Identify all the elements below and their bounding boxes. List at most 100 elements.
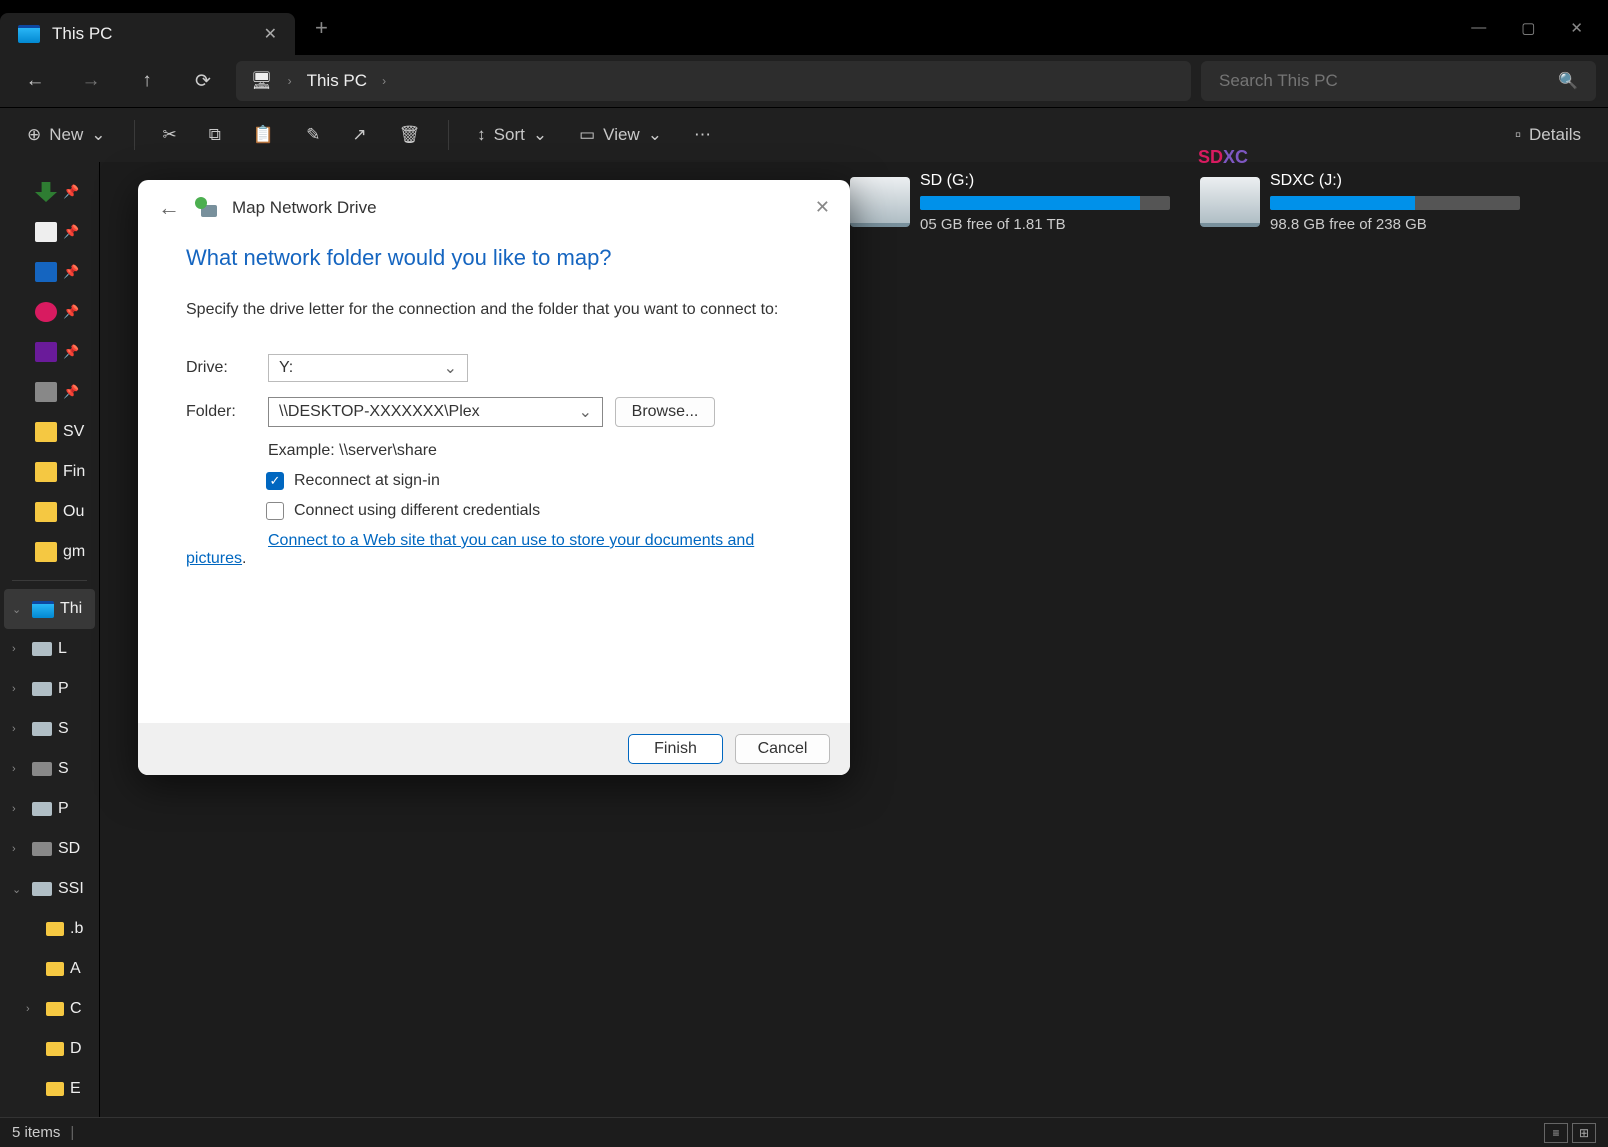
dialog-title: Map Network Drive bbox=[232, 198, 377, 218]
new-button[interactable]: ⊕ New ⌄ bbox=[15, 115, 118, 155]
dialog-close-button[interactable]: ✕ bbox=[815, 197, 830, 218]
sidebar-item-this-pc[interactable]: ⌄ Thi bbox=[4, 589, 95, 629]
window-controls: — ▢ ✕ bbox=[1446, 19, 1608, 37]
cut-button[interactable]: ✂ bbox=[151, 115, 189, 155]
sidebar-folder-item[interactable]: E bbox=[0, 1069, 99, 1109]
pin-icon: 📌 bbox=[63, 264, 79, 280]
folder-icon bbox=[46, 1082, 64, 1096]
drive-icon bbox=[32, 882, 52, 896]
drive-icon bbox=[32, 722, 52, 736]
separator bbox=[448, 120, 449, 150]
sidebar-item-label: P bbox=[58, 800, 69, 818]
reconnect-checkbox-row[interactable]: ✓ Reconnect at sign-in bbox=[266, 472, 802, 490]
sidebar-item-label: SSI bbox=[58, 880, 84, 898]
search-box[interactable]: 🔍 bbox=[1201, 61, 1596, 101]
list-view-button[interactable]: ≡ bbox=[1544, 1123, 1568, 1143]
sidebar-drive-item[interactable]: › P bbox=[0, 669, 99, 709]
sidebar-folder-item[interactable]: Ou bbox=[0, 492, 99, 532]
sidebar-item-label: C bbox=[70, 1000, 82, 1018]
chevron-icon: › bbox=[12, 723, 26, 735]
forward-button[interactable]: → bbox=[68, 61, 114, 101]
share-button[interactable]: ↗ bbox=[340, 115, 378, 155]
up-button[interactable]: ↑ bbox=[124, 61, 170, 101]
website-link[interactable]: Connect to a Web site that you can use t… bbox=[186, 532, 754, 567]
drive-icon bbox=[32, 802, 52, 816]
reconnect-checkbox[interactable]: ✓ bbox=[266, 472, 284, 490]
tab-this-pc[interactable]: This PC ✕ bbox=[0, 13, 295, 55]
sidebar-folder-item[interactable]: › C bbox=[0, 989, 99, 1029]
copy-button[interactable]: ⧉ bbox=[197, 115, 233, 155]
maximize-button[interactable]: ▢ bbox=[1521, 19, 1535, 37]
grid-view-button[interactable]: ⊞ bbox=[1572, 1123, 1596, 1143]
address-bar[interactable]: 🖥 › This PC › bbox=[236, 61, 1191, 101]
sidebar-folder-item[interactable]: A bbox=[0, 949, 99, 989]
sidebar-pinned-item[interactable]: 📌 bbox=[0, 332, 99, 372]
refresh-button[interactable]: ⟳ bbox=[180, 61, 226, 101]
sidebar-folder-item[interactable]: Fin bbox=[0, 452, 99, 492]
details-button[interactable]: ▫ Details bbox=[1503, 115, 1593, 155]
sidebar-pinned-item[interactable]: 📌 bbox=[0, 292, 99, 332]
rename-button[interactable]: ✎ bbox=[294, 115, 332, 155]
drive-icon bbox=[32, 682, 52, 696]
view-button[interactable]: ▭ View ⌄ bbox=[567, 115, 674, 155]
close-button[interactable]: ✕ bbox=[1570, 19, 1583, 37]
sidebar-folder-item[interactable]: D bbox=[0, 1029, 99, 1069]
folder-input[interactable]: \\DESKTOP-XXXXXXX\Plex bbox=[268, 397, 603, 427]
paste-button[interactable]: 📋 bbox=[241, 115, 286, 155]
credentials-checkbox-row[interactable]: Connect using different credentials bbox=[266, 502, 802, 520]
folder-icon bbox=[35, 542, 57, 562]
credentials-label: Connect using different credentials bbox=[294, 502, 540, 520]
sidebar-drive-item[interactable]: › S bbox=[0, 709, 99, 749]
tab-close-icon[interactable]: ✕ bbox=[264, 24, 277, 44]
chevron-icon: ⌄ bbox=[12, 883, 26, 896]
search-icon[interactable]: 🔍 bbox=[1558, 71, 1578, 91]
drive-item[interactable]: SDXC SDXC (J:) 98.8 GB free of 238 GB bbox=[1200, 172, 1520, 233]
sidebar-pinned-item[interactable]: 📌 bbox=[0, 252, 99, 292]
drive-name: SDXC (J:) bbox=[1270, 172, 1520, 190]
folder-icon bbox=[35, 422, 57, 442]
drive-name: SD (G:) bbox=[920, 172, 1170, 190]
status-text: 5 items bbox=[12, 1124, 60, 1141]
sidebar-drive-item[interactable]: › SD bbox=[0, 829, 99, 869]
dialog-back-button[interactable]: ← bbox=[158, 195, 180, 221]
sidebar-item-label: S bbox=[58, 760, 69, 778]
sidebar-drive-item[interactable]: ⌄ SSI bbox=[0, 869, 99, 909]
more-button[interactable]: ⋯ bbox=[682, 115, 723, 155]
sidebar-folder-item[interactable]: .b bbox=[0, 909, 99, 949]
drive-select[interactable]: Y: bbox=[268, 354, 468, 382]
this-pc-icon bbox=[18, 25, 40, 43]
drive-free-text: 98.8 GB free of 238 GB bbox=[1270, 216, 1520, 233]
cancel-button[interactable]: Cancel bbox=[735, 734, 830, 764]
map-network-drive-dialog: ← Map Network Drive ✕ What network folde… bbox=[138, 180, 850, 775]
sort-button[interactable]: ↕ Sort ⌄ bbox=[465, 115, 559, 155]
sidebar-drive-item[interactable]: › P bbox=[0, 789, 99, 829]
minimize-button[interactable]: — bbox=[1471, 19, 1486, 37]
breadcrumb[interactable]: This PC bbox=[307, 71, 367, 91]
network-drive-icon bbox=[195, 197, 217, 219]
folder-icon bbox=[46, 962, 64, 976]
monitor-icon: 🖥 bbox=[251, 71, 273, 91]
pin-icon: 📌 bbox=[63, 384, 79, 400]
sidebar-folder-item[interactable]: gm bbox=[0, 532, 99, 572]
sidebar-pinned-item[interactable]: 📌 bbox=[0, 212, 99, 252]
credentials-checkbox[interactable] bbox=[266, 502, 284, 520]
back-button[interactable]: ← bbox=[12, 61, 58, 101]
browse-button[interactable]: Browse... bbox=[615, 397, 715, 427]
sidebar-folder-item[interactable]: SV bbox=[0, 412, 99, 452]
sidebar-item-label: Fin bbox=[63, 463, 85, 481]
finish-button[interactable]: Finish bbox=[628, 734, 723, 764]
sidebar-pinned-item[interactable]: 📌 bbox=[0, 172, 99, 212]
delete-button[interactable]: 🗑 bbox=[387, 115, 433, 155]
drive-capacity-bar bbox=[920, 196, 1170, 210]
separator bbox=[134, 120, 135, 150]
folder-label: Folder: bbox=[186, 403, 268, 421]
new-tab-button[interactable]: + bbox=[315, 15, 328, 41]
search-input[interactable] bbox=[1219, 71, 1548, 91]
chevron-icon: › bbox=[12, 843, 26, 855]
drive-item[interactable]: SD (G:) 05 GB free of 1.81 TB bbox=[850, 172, 1170, 233]
folder-icon bbox=[35, 262, 57, 282]
sidebar-pinned-item[interactable]: 📌 bbox=[0, 372, 99, 412]
dialog-footer: Finish Cancel bbox=[138, 723, 850, 775]
sidebar-drive-item[interactable]: › S bbox=[0, 749, 99, 789]
sidebar-drive-item[interactable]: › L bbox=[0, 629, 99, 669]
